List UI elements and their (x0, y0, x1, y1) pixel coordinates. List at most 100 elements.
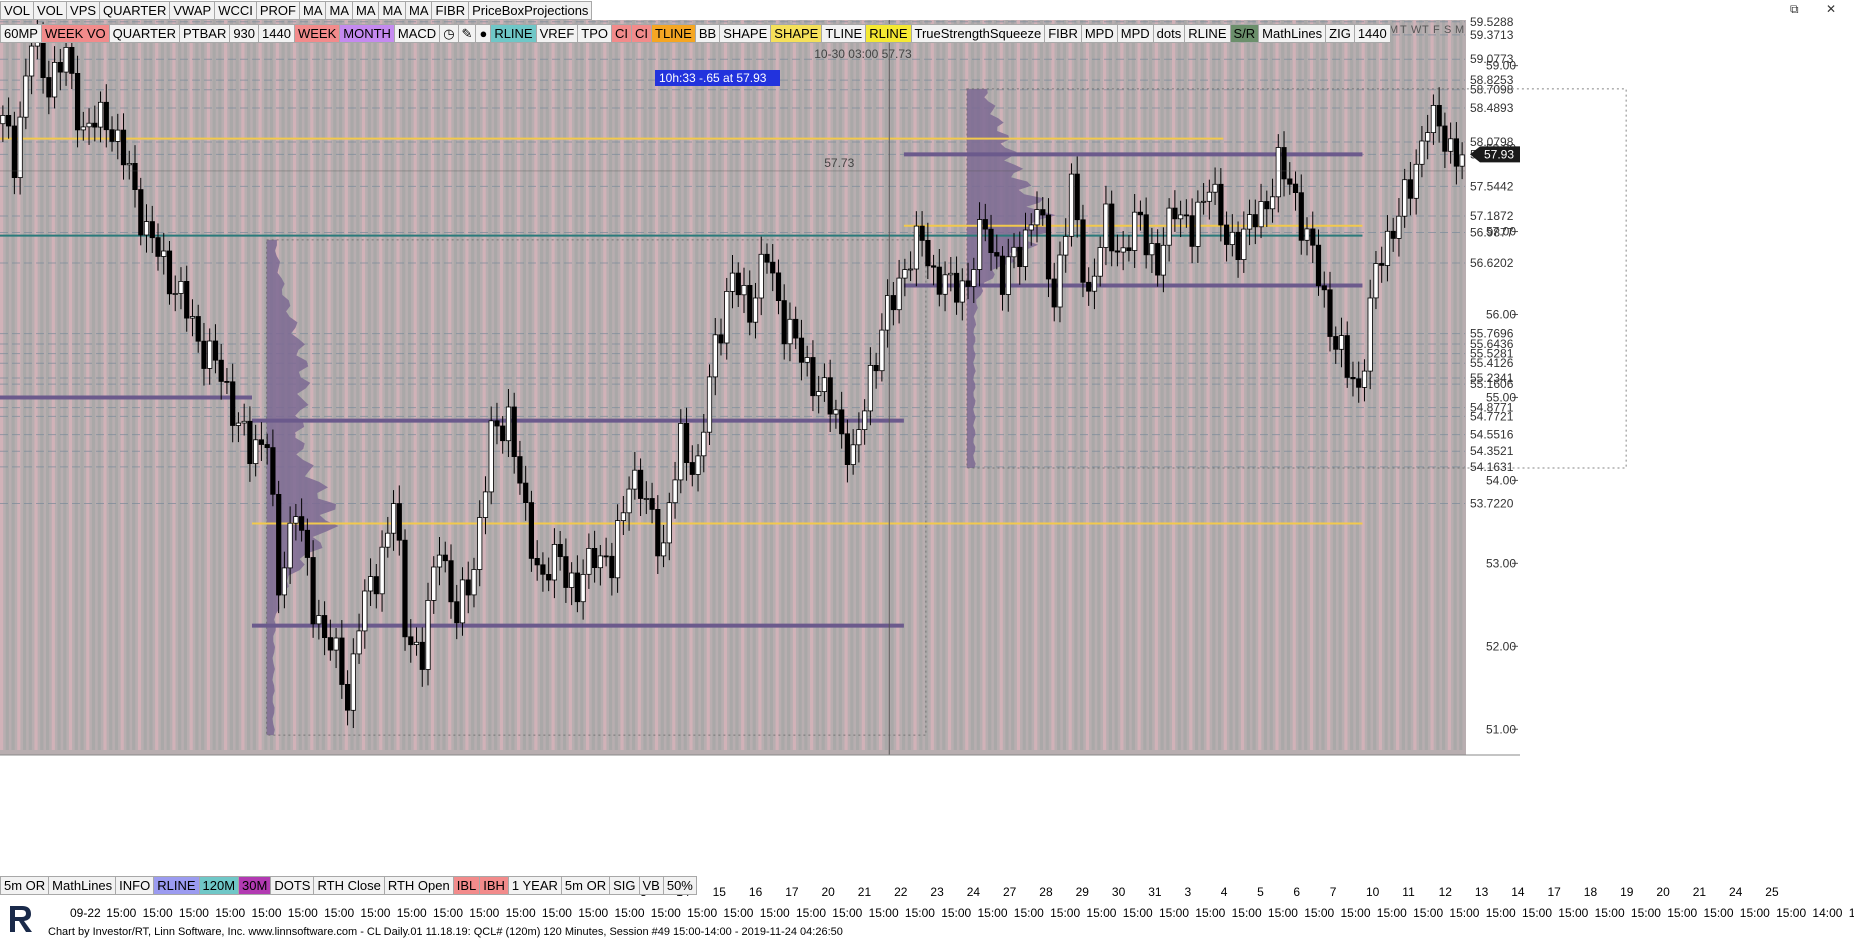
toolbar-button-prof[interactable]: PROF (255, 1, 300, 20)
candle-body (775, 272, 782, 301)
pencil-icon[interactable]: ✎ (457, 24, 477, 43)
session-stripe (212, 20, 216, 750)
toolbar-button-vol[interactable]: VOL (0, 1, 35, 20)
session-stripe (1240, 20, 1245, 750)
toolbar-button-ptbar[interactable]: PTBAR (178, 24, 231, 43)
toolbar-button-ma[interactable]: MA (351, 1, 380, 20)
toolbar-button-wcci[interactable]: WCCI (214, 1, 257, 20)
toolbar-button-vol[interactable]: VOL (33, 1, 68, 20)
candle-body (546, 574, 552, 581)
toolbar-button-month[interactable]: MONTH (339, 24, 395, 43)
toolbar-button-5m-or[interactable]: 5m OR (0, 876, 50, 895)
toolbar-button-zig[interactable]: ZIG (1325, 24, 1355, 43)
level-label: 55.1606 (1470, 377, 1514, 391)
session-stripe (1269, 20, 1273, 750)
toolbar-button-ci[interactable]: CI (631, 24, 653, 43)
toolbar-button-vps[interactable]: VPS (66, 1, 101, 20)
toolbar-button-vb[interactable]: VB (638, 876, 664, 895)
toolbar-button-30m[interactable]: 30M (238, 876, 272, 895)
toolbar-button-rline[interactable]: RLINE (490, 24, 537, 43)
toolbar-button-vref[interactable]: VREF (535, 24, 579, 43)
candle-body (143, 221, 150, 236)
session-stripe (1315, 20, 1319, 750)
toolbar-button-week-vo[interactable]: WEEK VO (40, 24, 110, 43)
toolbar-button-rth-open[interactable]: RTH Open (383, 876, 454, 895)
toolbar-button-quarter[interactable]: QUARTER (99, 1, 171, 20)
toolbar-button-60mp[interactable]: 60MP (0, 24, 42, 43)
session-stripe (1062, 20, 1066, 750)
toolbar-button-ma[interactable]: MA (378, 1, 406, 20)
toolbar-button-50-[interactable]: 50% (662, 876, 697, 895)
candle-body (413, 641, 420, 645)
time-label: 15:00 (869, 906, 899, 920)
toolbar-button-bb[interactable]: BB (694, 24, 721, 43)
candle-body (988, 228, 994, 253)
time-label: 15:00 (1304, 906, 1334, 920)
toolbar-button-rline[interactable]: RLINE (153, 876, 200, 895)
toolbar-button-shape[interactable]: SHAPE (770, 24, 823, 43)
date-label: 12 (1439, 885, 1453, 899)
toolbar-button-mpd[interactable]: MPD (1080, 24, 1118, 43)
toolbar-button-tpo[interactable]: TPO (577, 24, 613, 43)
toolbar-button-quarter[interactable]: QUARTER (108, 24, 180, 43)
session-stripe (672, 20, 676, 750)
toolbar-button-tline[interactable]: TLINE (651, 24, 696, 43)
toolbar-button-rth-close[interactable]: RTH Close (313, 876, 385, 895)
toolbar-button-fibr[interactable]: FIBR (431, 1, 470, 20)
toolbar-button-ci[interactable]: CI (611, 24, 633, 43)
toolbar-button-s-r[interactable]: S/R (1229, 24, 1260, 43)
toolbar-button-dots[interactable]: dots (1152, 24, 1186, 43)
clock-icon[interactable]: ◷ (439, 24, 459, 43)
toolbar-button-macd[interactable]: MACD (393, 24, 441, 43)
toolbar-button-ma[interactable]: MA (325, 1, 353, 20)
toolbar-button-sig[interactable]: SIG (609, 876, 640, 895)
toolbar-button-truestrengthsqueeze[interactable]: TrueStrengthSqueeze (910, 24, 1046, 43)
candle-body (1160, 244, 1166, 276)
session-stripe (344, 20, 348, 750)
time-label: 15:00 (1341, 906, 1371, 920)
toolbar-button-rline[interactable]: RLINE (1184, 24, 1231, 43)
candle-body (1419, 140, 1425, 165)
time-label: 15:00 (324, 906, 354, 920)
close-window-icon[interactable]: ✕ (1826, 0, 1836, 18)
toolbar-button-1-year[interactable]: 1 YEAR (507, 876, 562, 895)
toolbar-button-mpd[interactable]: MPD (1116, 24, 1154, 43)
toolbar-button-mathlines[interactable]: MathLines (1258, 24, 1327, 43)
candle-body (1137, 211, 1143, 216)
candle-body (626, 488, 632, 514)
price-chart[interactable]: 51.0052.0053.0054.0055.0056.0057.0058.00… (0, 0, 1854, 940)
indicator-toolbar-second: 60MP WEEK VO QUARTER PTBAR 930 1440 WEEK MONTH M… (0, 24, 1391, 43)
toolbar-button-1440[interactable]: 1440 (1353, 24, 1391, 43)
toolbar-button-dots[interactable]: DOTS (270, 876, 315, 895)
toolbar-button-info[interactable]: INFO (115, 876, 155, 895)
session-stripe (999, 20, 1003, 750)
toolbar-button-vwap[interactable]: VWAP (169, 1, 216, 20)
candle-body (867, 364, 874, 412)
toolbar-button-shape[interactable]: SHAPE (719, 24, 772, 43)
toolbar-button-ma[interactable]: MA (404, 1, 433, 20)
session-stripe (1332, 20, 1337, 750)
level-label: 54.7721 (1470, 409, 1514, 423)
candle-body (1396, 215, 1402, 239)
candle-body (1430, 105, 1436, 134)
toolbar-button-priceboxprojections[interactable]: PriceBoxProjections (468, 1, 593, 20)
toolbar-button-1440[interactable]: 1440 (258, 24, 295, 43)
toolbar-button-930[interactable]: 930 (229, 24, 260, 43)
toolbar-button-ibh[interactable]: IBH (479, 876, 509, 895)
toolbar-button-mathlines[interactable]: MathLines (48, 876, 117, 895)
candle-body (454, 601, 460, 624)
candle-body (327, 637, 334, 651)
toolbar-button-ma[interactable]: MA (298, 1, 327, 20)
toolbar-button-tline[interactable]: TLINE (821, 24, 867, 43)
toolbar-button-ibl[interactable]: IBL (452, 876, 481, 895)
date-label: 28 (1039, 885, 1053, 899)
toolbar-button-5m-or[interactable]: 5m OR (560, 876, 611, 895)
candle-body (729, 272, 736, 292)
toolbar-button-rline[interactable]: RLINE (865, 24, 912, 43)
toolbar-button-week[interactable]: WEEK (293, 24, 341, 43)
session-stripe (936, 20, 940, 750)
restore-window-icon[interactable]: ⧉ (1790, 0, 1799, 18)
bubble-icon[interactable]: ● (475, 24, 492, 43)
toolbar-button-fibr[interactable]: FIBR (1044, 24, 1082, 43)
toolbar-button-120m[interactable]: 120M (198, 876, 240, 895)
